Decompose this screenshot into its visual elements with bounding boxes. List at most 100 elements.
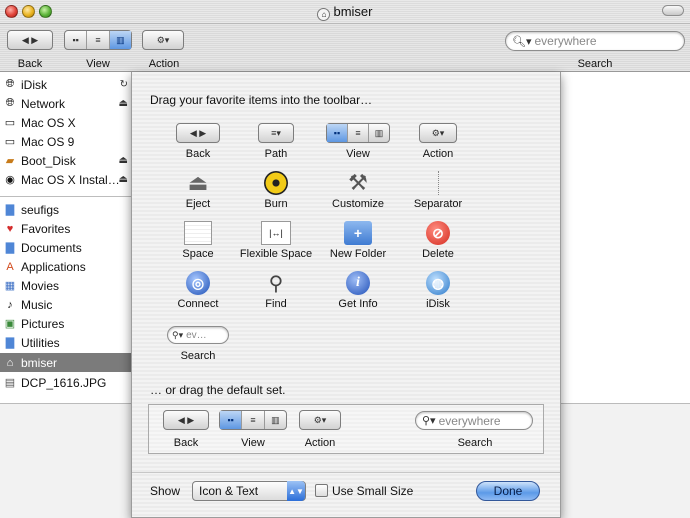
search-input: ⚲▾ everywhere (415, 411, 533, 430)
done-button[interactable]: Done (476, 481, 540, 501)
palette-item-idisk[interactable]: ◍ iDisk (398, 270, 478, 310)
folder-icon: ▇ (5, 242, 15, 254)
find-icon: ⚲ (268, 272, 284, 295)
palette-item-customize[interactable]: ⚒ Customize (318, 170, 398, 210)
back-forward-icon: ◀ ▶ (177, 414, 195, 425)
sidebar-item-network[interactable]: 🌐︎ Network ⏏ (0, 94, 132, 113)
sidebar-item-boot-disk[interactable]: ▰ Boot_Disk ⏏ (0, 151, 132, 170)
search-icon: 🔍︎▾ (512, 35, 532, 48)
palette-item-back[interactable]: ◀ ▶ Back (158, 120, 238, 160)
list-view-icon[interactable]: ≡ (86, 31, 108, 49)
search-label: Search (577, 58, 613, 70)
palette-item-view[interactable]: ▪▪ ≡ ▥ View (318, 120, 398, 160)
sidebar-item-pictures[interactable]: ▣ Pictures (0, 314, 132, 333)
default-set-heading: … or drag the default set. (150, 383, 286, 397)
icon-view-icon: ▪▪ (220, 411, 242, 429)
palette-item-get-info[interactable]: i Get Info (318, 270, 398, 310)
action-button: ⚙▾ (299, 410, 341, 430)
use-small-size-checkbox[interactable] (315, 484, 328, 497)
gear-icon: ⚙▾ (156, 34, 170, 45)
globe-icon: 🌐︎ (5, 78, 15, 90)
palette-item-space[interactable]: Space (158, 220, 238, 260)
palette-item-connect[interactable]: ◎ Connect (158, 270, 238, 310)
pictures-icon: ▣ (4, 318, 16, 330)
view-segmented-control[interactable]: ▪▪ ≡ ▥ (64, 30, 132, 50)
palette-item-action[interactable]: ⚙▾ Action (398, 120, 478, 160)
flexible-space-icon: |↔| (261, 221, 291, 245)
hard-drive-icon: ▭ (4, 117, 16, 129)
icon-view-icon[interactable]: ▪▪ (65, 31, 86, 49)
search-input[interactable]: 🔍︎▾ everywhere (505, 31, 685, 51)
sidebar-item-favorites[interactable]: ♥ Favorites (0, 219, 132, 238)
palette-item-search[interactable]: ⚲▾ ev… Search (158, 322, 238, 362)
network-globe-icon: 🌐︎ (5, 97, 15, 109)
popup-arrows-icon: ▲▼ (287, 481, 305, 501)
sheet-footer: Show Icon & Text ▲▼ Use Small Size Done (132, 472, 560, 518)
view-segmented-control: ▪▪ ≡ ▥ (219, 410, 287, 430)
new-folder-icon: + (344, 221, 372, 245)
gear-icon: ⚙▾ (313, 414, 327, 425)
sidebar-item-idisk[interactable]: 🌐︎ iDisk ↻ (0, 75, 132, 94)
home-icon: ⌂ (6, 356, 14, 369)
separator-icon (437, 171, 439, 195)
palette-item-eject[interactable]: ⏏ Eject (158, 170, 238, 210)
connect-icon: ◎ (186, 271, 210, 295)
sidebar-item-documents[interactable]: ▇ Documents (0, 238, 132, 257)
action-label: Action (148, 58, 180, 70)
path-icon: ≡▾ (258, 123, 294, 143)
sidebar-item-mac-os-9[interactable]: ▭ Mac OS 9 (0, 132, 132, 151)
palette-item-burn[interactable]: Burn (236, 170, 316, 210)
sidebar-item-bmiser[interactable]: ⌂ bmiser (0, 353, 132, 372)
info-icon: i (346, 271, 370, 295)
sidebar-item-mac-os-x[interactable]: ▭ Mac OS X (0, 113, 132, 132)
palette-item-flexible-space[interactable]: |↔| Flexible Space (236, 220, 316, 260)
sheet-heading: Drag your favorite items into the toolba… (150, 93, 373, 107)
back-forward-button: ◀ ▶ (163, 410, 209, 430)
palette-item-separator[interactable]: Separator (398, 170, 478, 210)
eject-icon[interactable]: ⏏ (119, 98, 128, 109)
hard-drive-icon: ▭ (4, 136, 16, 148)
toolbar-toggle-button[interactable] (662, 5, 684, 16)
back-label: Back (17, 58, 43, 70)
customize-toolbar-sheet: Drag your favorite items into the toolba… (131, 72, 561, 518)
sidebar-item-utilities[interactable]: ▇ Utilities (0, 333, 132, 352)
action-button[interactable]: ⚙▾ (142, 30, 184, 50)
applications-icon: A (6, 260, 14, 273)
burn-icon (264, 171, 288, 195)
search-icon: ⚲▾ (422, 415, 436, 427)
music-icon: ♪ (7, 298, 13, 311)
eject-icon[interactable]: ⏏ (119, 174, 128, 185)
back-forward-button[interactable]: ◀ ▶ (7, 30, 53, 50)
show-label: Show (150, 484, 181, 498)
customize-icon: ⚒ (348, 170, 368, 195)
sync-icon[interactable]: ↻ (120, 79, 128, 90)
sidebar-divider (0, 196, 132, 197)
palette-item-new-folder[interactable]: + New Folder (318, 220, 398, 260)
sidebar-item-dcp-1616[interactable]: ▤ DCP_1616.JPG (0, 373, 132, 392)
gear-icon: ⚙▾ (419, 123, 457, 143)
eject-icon: ⏏ (187, 170, 209, 195)
eject-icon[interactable]: ⏏ (119, 155, 128, 166)
folder-icon: ▇ (5, 204, 15, 216)
window-title: ⌂ bmiser (0, 4, 690, 21)
palette-item-find[interactable]: ⚲ Find (236, 270, 316, 311)
sidebar-item-seufigs[interactable]: ▇ seufigs (0, 200, 132, 219)
heart-icon: ♥ (6, 222, 14, 235)
list-view-icon: ≡ (241, 411, 263, 429)
column-view-icon[interactable]: ▥ (108, 31, 131, 49)
view-icon: ▪▪ ≡ ▥ (326, 123, 390, 143)
palette-item-path[interactable]: ≡▾ Path (236, 120, 316, 160)
sidebar-item-mac-os-x-install[interactable]: ◉ Mac OS X Instal… ⏏ (0, 170, 132, 189)
movies-icon: ▦ (4, 280, 16, 292)
delete-icon: ⊘ (426, 221, 450, 245)
search-field-icon: ⚲▾ ev… (167, 326, 229, 344)
sidebar-item-applications[interactable]: A Applications (0, 257, 132, 276)
sidebar-item-movies[interactable]: ▦ Movies (0, 276, 132, 295)
sidebar: 🌐︎ iDisk ↻ 🌐︎ Network ⏏ ▭ Mac OS X ▭ Mac OS 9 … (0, 73, 132, 403)
sidebar-item-music[interactable]: ♪ Music (0, 295, 132, 314)
palette-item-delete[interactable]: ⊘ Delete (398, 220, 478, 260)
default-toolbar-set[interactable]: ◀ ▶ Back ▪▪ ≡ ▥ View ⚙▾ Action ⚲▾ everywher… (148, 404, 544, 454)
idisk-icon: ◍ (426, 271, 450, 295)
title-bar: ⌂ bmiser (0, 0, 690, 24)
show-popup[interactable]: Icon & Text ▲▼ (192, 481, 306, 501)
